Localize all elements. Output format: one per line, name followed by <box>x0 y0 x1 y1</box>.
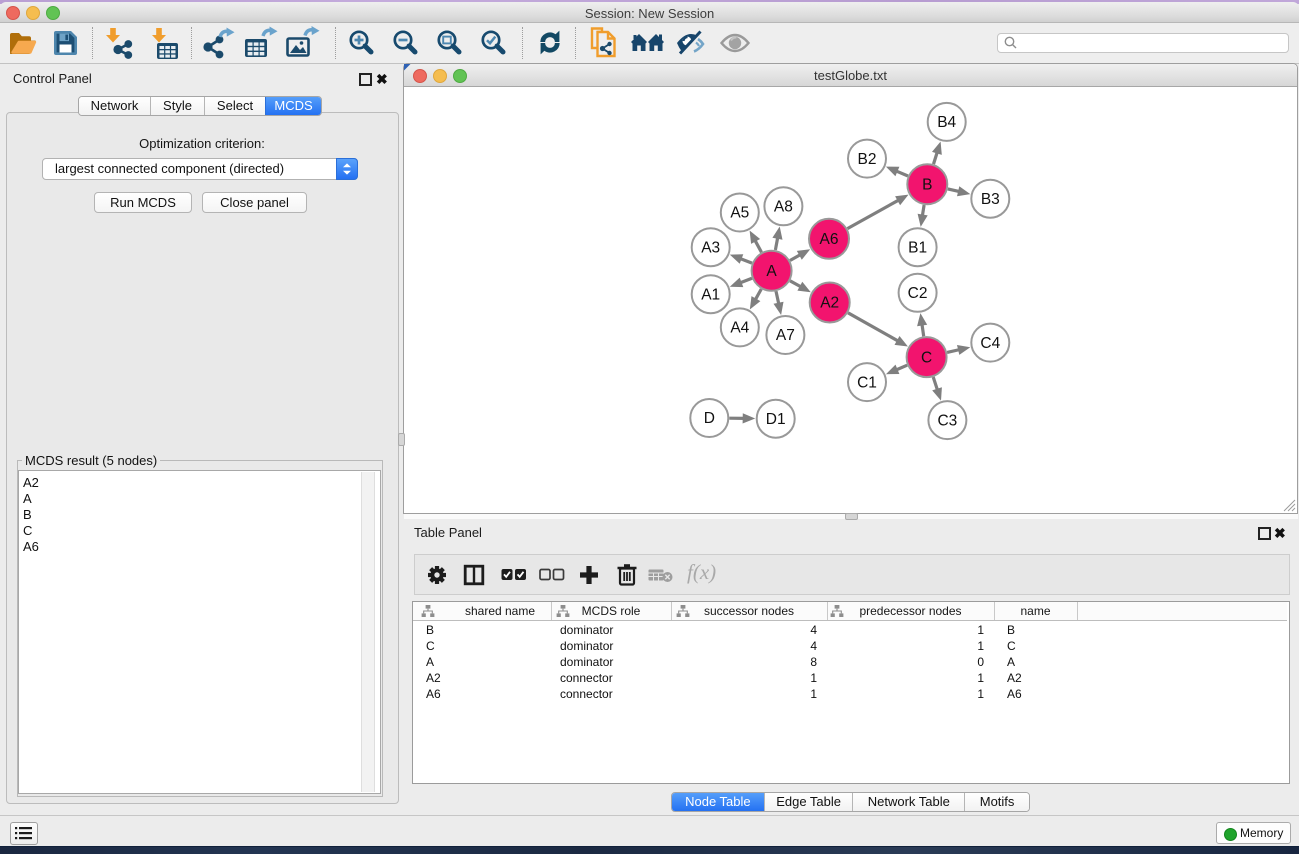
svg-text:C2: C2 <box>908 285 928 302</box>
svg-text:B2: B2 <box>858 151 877 168</box>
svg-text:C1: C1 <box>857 374 877 391</box>
svg-text:A5: A5 <box>730 205 749 222</box>
svg-text:A3: A3 <box>701 239 720 256</box>
svg-text:A4: A4 <box>730 320 749 337</box>
svg-text:A6: A6 <box>820 231 839 248</box>
svg-text:B4: B4 <box>937 114 956 131</box>
svg-text:B3: B3 <box>981 191 1000 208</box>
svg-text:A8: A8 <box>774 199 793 216</box>
svg-text:D1: D1 <box>766 411 786 428</box>
svg-text:C: C <box>921 349 932 366</box>
svg-text:A7: A7 <box>776 327 795 344</box>
svg-text:D: D <box>704 410 715 427</box>
svg-text:C4: C4 <box>980 335 1000 352</box>
svg-text:A1: A1 <box>701 286 720 303</box>
svg-text:A: A <box>766 263 777 280</box>
svg-text:A2: A2 <box>820 295 839 312</box>
svg-text:C3: C3 <box>937 412 957 429</box>
svg-text:B1: B1 <box>908 239 927 256</box>
svg-text:B: B <box>922 176 932 193</box>
